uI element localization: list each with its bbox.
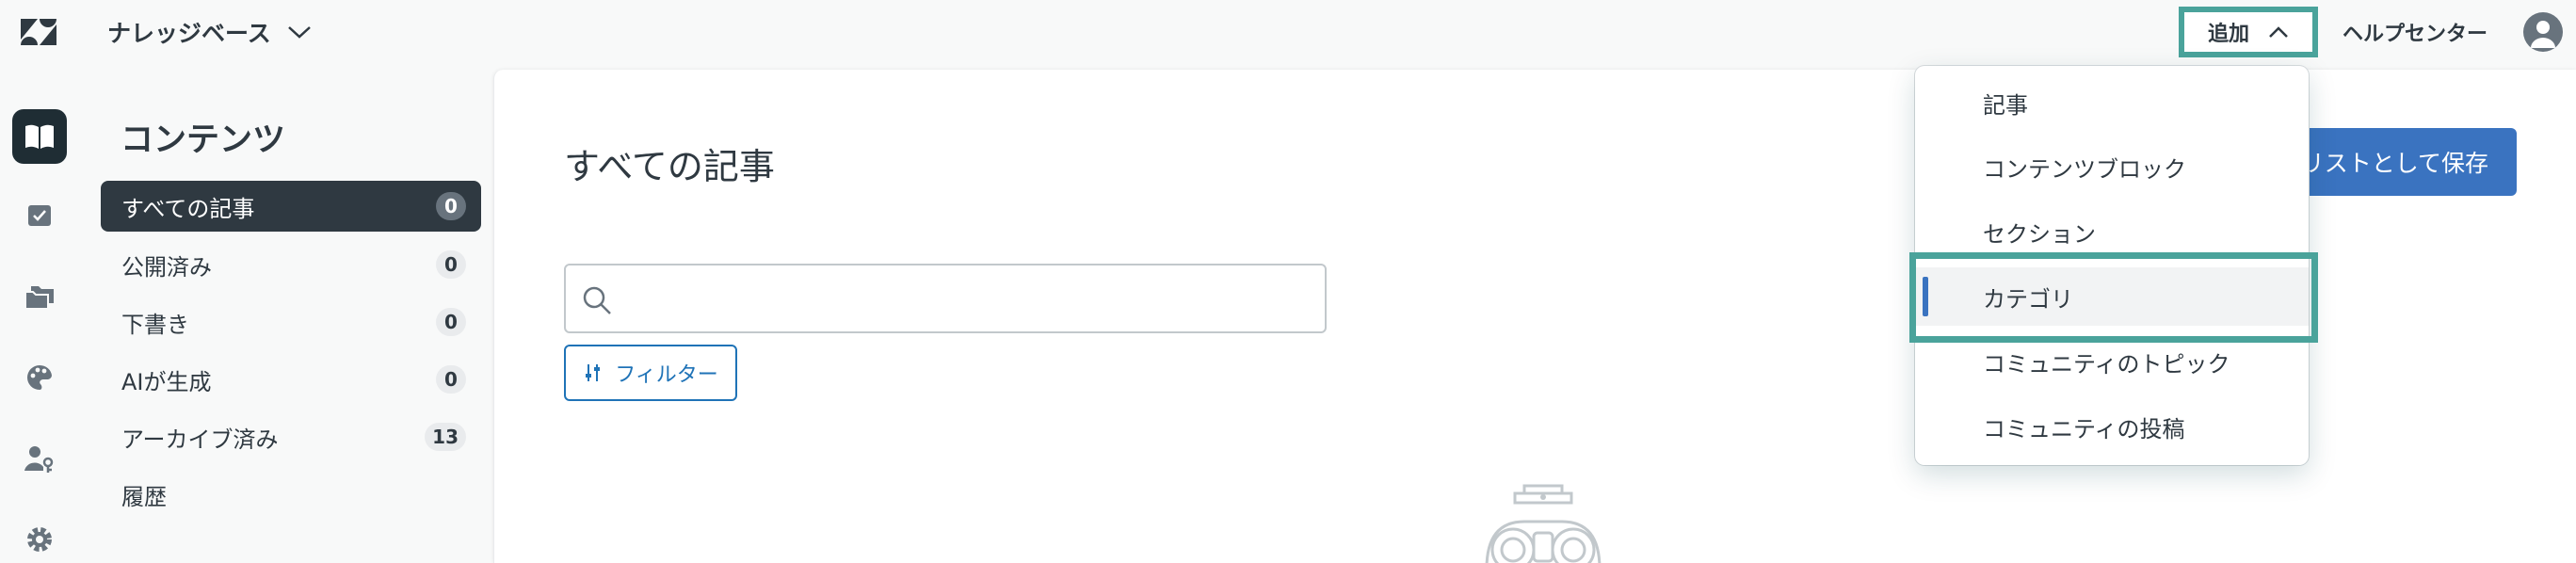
content-nav: コンテンツ すべての記事 0 公開済み 0 下書き 0 AIが生成 0 アーカイ… bbox=[81, 64, 491, 563]
content-nav-title: コンテンツ bbox=[121, 121, 286, 159]
search-box[interactable] bbox=[564, 264, 1327, 333]
help-center-link[interactable]: ヘルプセンター bbox=[2343, 15, 2487, 49]
chevron-down-icon bbox=[287, 26, 311, 39]
nav-item-history[interactable]: 履歴 bbox=[101, 469, 481, 520]
count-badge: 0 bbox=[436, 308, 466, 336]
menu-item-community-topic[interactable]: コミュニティのトピック bbox=[1915, 332, 2309, 391]
menu-item-community-post[interactable]: コミュニティの投稿 bbox=[1915, 397, 2309, 456]
user-avatar[interactable] bbox=[2523, 12, 2563, 52]
user-permissions-nav[interactable] bbox=[12, 431, 67, 486]
menu-item-label: コミュニティのトピック bbox=[1983, 350, 2230, 378]
nav-item-published[interactable]: 公開済み 0 bbox=[101, 239, 481, 290]
nav-item-label: 履歴 bbox=[121, 483, 167, 510]
save-as-list-label: リストとして保存 bbox=[2300, 150, 2488, 177]
zendesk-logo-icon[interactable] bbox=[19, 17, 60, 47]
nav-item-all-articles[interactable]: すべての記事 0 bbox=[101, 181, 481, 232]
knowledge-base-nav[interactable] bbox=[12, 109, 67, 164]
sliders-icon bbox=[586, 364, 601, 381]
empty-state-binoculars-illustration bbox=[1485, 484, 1602, 563]
customize-design-nav[interactable] bbox=[12, 350, 67, 405]
menu-item-article[interactable]: 記事 bbox=[1915, 73, 2309, 132]
count-badge: 0 bbox=[436, 250, 466, 279]
nav-item-label: AIが生成 bbox=[121, 368, 212, 395]
add-button-label: 追加 bbox=[2207, 23, 2249, 46]
product-switcher[interactable]: ナレッジベース bbox=[107, 15, 313, 49]
icon-rail bbox=[0, 64, 81, 563]
menu-item-content-block[interactable]: コンテンツブロック bbox=[1915, 137, 2309, 196]
review-nav[interactable] bbox=[12, 188, 67, 243]
palette-icon bbox=[27, 364, 52, 390]
menu-item-label: コミュニティの投稿 bbox=[1983, 415, 2185, 442]
filter-button[interactable]: フィルター bbox=[564, 345, 737, 401]
chevron-up-icon bbox=[2269, 26, 2288, 38]
search-icon bbox=[583, 286, 611, 314]
menu-item-label: セクション bbox=[1983, 220, 2096, 248]
checklist-icon bbox=[28, 205, 51, 226]
help-center-label: ヘルプセンター bbox=[2343, 23, 2488, 46]
top-bar: ナレッジベース 追加 ヘルプセンター bbox=[0, 0, 2576, 64]
filter-button-label: フィルター bbox=[615, 363, 718, 387]
nav-item-archived[interactable]: アーカイブ済み 13 bbox=[101, 411, 481, 462]
add-button[interactable]: 追加 bbox=[2179, 7, 2318, 57]
count-badge: 0 bbox=[436, 365, 466, 394]
menu-item-label: カテゴリ bbox=[1983, 285, 2073, 313]
product-name: ナレッジベース bbox=[107, 20, 271, 47]
search-input[interactable] bbox=[628, 269, 1306, 328]
menu-item-label: 記事 bbox=[1983, 91, 2028, 119]
nav-item-ai-generated[interactable]: AIが生成 0 bbox=[101, 354, 481, 405]
book-icon bbox=[25, 124, 54, 149]
page-title: すべての記事 bbox=[564, 146, 775, 187]
menu-item-category[interactable]: カテゴリ bbox=[1915, 267, 2309, 326]
nav-item-label: すべての記事 bbox=[121, 195, 255, 222]
nav-item-label: 公開済み bbox=[121, 253, 212, 281]
user-icon bbox=[2531, 21, 2555, 48]
nav-item-label: 下書き bbox=[121, 311, 189, 338]
nav-item-label: アーカイブ済み bbox=[121, 426, 279, 453]
gear-icon bbox=[27, 527, 52, 552]
arrange-content-nav[interactable] bbox=[12, 269, 67, 324]
folders-icon bbox=[24, 286, 54, 310]
add-menu: 記事 コンテンツブロック セクション カテゴリ コミュニティのトピック コミュニ… bbox=[1915, 66, 2309, 465]
menu-item-label: コンテンツブロック bbox=[1983, 155, 2186, 183]
count-badge: 13 bbox=[425, 423, 466, 451]
count-badge: 0 bbox=[436, 192, 466, 220]
settings-nav[interactable] bbox=[12, 512, 67, 563]
user-key-icon bbox=[24, 446, 54, 473]
menu-item-section[interactable]: セクション bbox=[1915, 202, 2309, 261]
nav-item-drafts[interactable]: 下書き 0 bbox=[101, 297, 481, 347]
